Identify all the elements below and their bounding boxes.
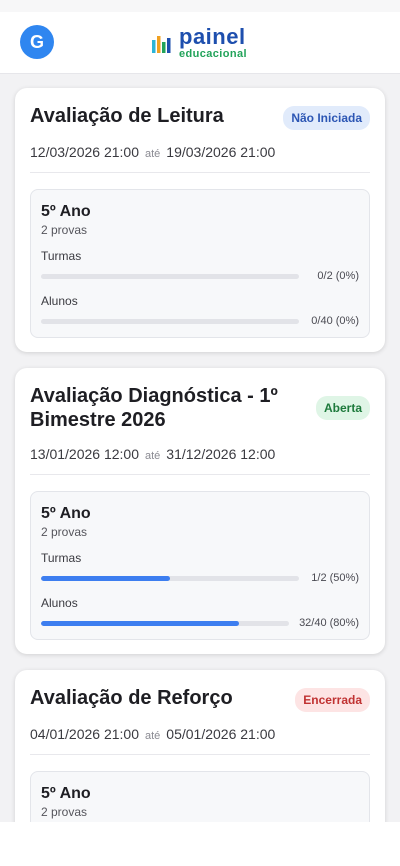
status-badge: Não Iniciada	[283, 106, 370, 130]
app-header: G painel educacional	[0, 12, 400, 74]
provas-count: 2 provas	[41, 223, 88, 237]
provas-count: 2 provas	[41, 805, 88, 819]
evaluation-card[interactable]: Avaliação de Reforço Encerrada 04/01/202…	[15, 670, 385, 822]
metric-alunos: Alunos 0/40 (0%)	[41, 294, 359, 327]
grade-name: 5º Ano	[41, 505, 91, 522]
evaluation-dates: 12/03/2026 21:00 até 19/03/2026 21:00	[30, 144, 370, 173]
start-date: 12/03/2026 21:00	[30, 144, 139, 160]
end-date: 05/01/2026 21:00	[166, 726, 276, 742]
progress-bar	[41, 273, 299, 279]
date-separator: até	[145, 450, 161, 462]
grade-block[interactable]: 5º Ano 2 provas Turmas 1/2 (50%) Alunos …	[30, 491, 370, 640]
end-date: 19/03/2026 21:00	[166, 144, 276, 160]
grade-block[interactable]: 5º Ano 2 provas Turmas 0/2 (0%) Alunos 0…	[30, 189, 370, 338]
metric-turmas: Turmas 1/2 (50%)	[41, 551, 359, 584]
status-badge: Encerrada	[295, 688, 370, 712]
bar-chart-logo-icon	[152, 36, 171, 53]
user-avatar[interactable]: G	[20, 25, 54, 59]
start-date: 04/01/2026 21:00	[30, 726, 139, 742]
evaluation-title: Avaliação de Reforço	[30, 687, 233, 709]
metric-value: 0/40 (0%)	[311, 315, 359, 327]
app-logo: painel educacional	[151, 26, 247, 60]
metric-label: Alunos	[41, 596, 78, 610]
status-bar	[0, 0, 400, 12]
metric-value: 32/40 (80%)	[299, 617, 359, 629]
evaluation-title: Avaliação Diagnóstica - 1º Bimestre 2026	[30, 385, 278, 431]
progress-bar	[41, 318, 299, 324]
date-separator: até	[145, 730, 161, 742]
evaluation-card[interactable]: Avaliação de Leitura Não Iniciada 12/03/…	[15, 88, 385, 352]
metric-label: Turmas	[41, 249, 82, 263]
provas-count: 2 provas	[41, 525, 88, 539]
metric-turmas: Turmas 0/2 (0%)	[41, 249, 359, 282]
metric-label: Alunos	[41, 294, 78, 308]
date-separator: até	[145, 148, 161, 160]
grade-name: 5º Ano	[41, 785, 91, 802]
status-badge: Aberta	[315, 396, 370, 420]
metric-value: 0/2 (0%)	[317, 270, 359, 282]
metric-alunos: Alunos 32/40 (80%)	[41, 596, 359, 629]
bottom-area	[0, 822, 400, 866]
evaluation-dates: 13/01/2026 12:00 até 31/12/2026 12:00	[30, 446, 370, 475]
metric-value: 1/2 (50%)	[311, 572, 359, 584]
end-date: 31/12/2026 12:00	[166, 446, 276, 462]
evaluation-title: Avaliação de Leitura	[30, 105, 224, 127]
grade-block[interactable]: 5º Ano 2 provas	[30, 771, 370, 822]
logo-title: painel	[179, 24, 246, 49]
avatar-letter: G	[29, 31, 44, 52]
evaluation-list[interactable]: Avaliação de Leitura Não Iniciada 12/03/…	[0, 74, 400, 822]
logo-subtitle: educacional	[179, 48, 247, 60]
evaluation-dates: 04/01/2026 21:00 até 05/01/2026 21:00	[30, 726, 370, 755]
progress-bar	[41, 620, 290, 626]
metric-label: Turmas	[41, 551, 82, 565]
start-date: 13/01/2026 12:00	[30, 446, 139, 462]
progress-bar	[41, 575, 299, 581]
grade-name: 5º Ano	[41, 203, 91, 220]
evaluation-card[interactable]: Avaliação Diagnóstica - 1º Bimestre 2026…	[15, 368, 385, 654]
